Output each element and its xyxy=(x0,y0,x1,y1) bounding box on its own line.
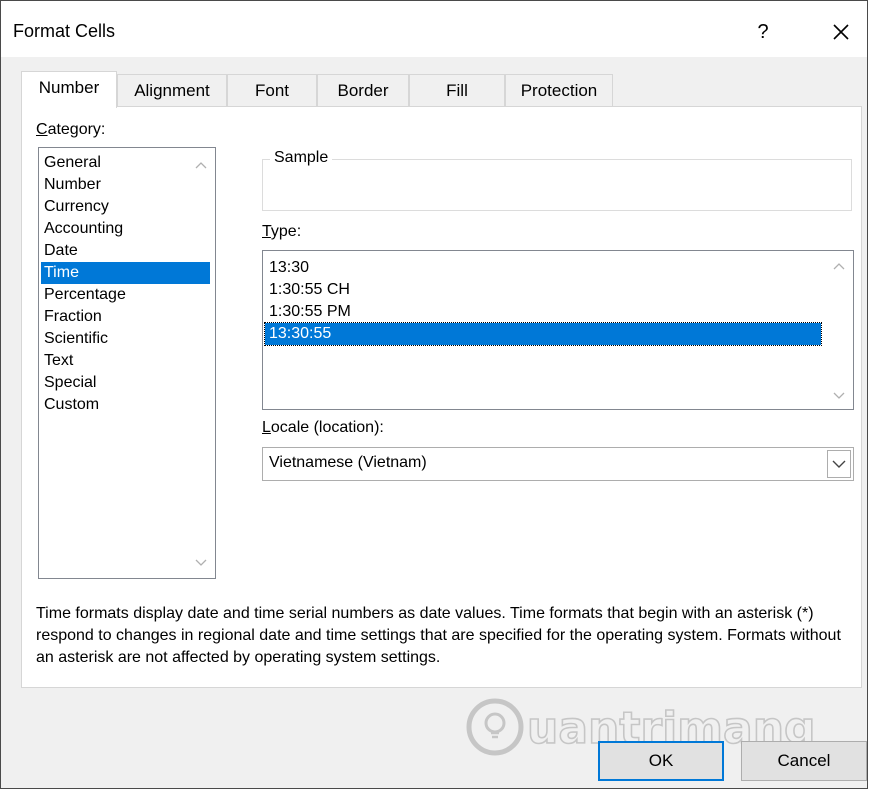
category-item-percentage[interactable]: Percentage xyxy=(41,284,126,306)
category-label: Category: xyxy=(36,121,106,138)
category-item-general[interactable]: General xyxy=(41,152,101,174)
tab-protection[interactable]: Protection xyxy=(505,74,613,106)
dialog-title: Format Cells xyxy=(13,21,116,41)
category-item-fraction[interactable]: Fraction xyxy=(41,306,102,328)
close-button[interactable] xyxy=(821,15,861,49)
help-button[interactable]: ? xyxy=(746,15,780,49)
type-label: Type: xyxy=(262,223,302,240)
category-item-text[interactable]: Text xyxy=(41,350,73,372)
tab-number[interactable]: Number xyxy=(21,71,117,108)
category-item-number[interactable]: Number xyxy=(41,174,101,196)
type-item-1[interactable]: 13:30 xyxy=(265,257,821,279)
category-item-currency[interactable]: Currency xyxy=(41,196,109,218)
category-list[interactable]: General Number Currency Accounting Date … xyxy=(38,147,216,579)
tab-font[interactable]: Font xyxy=(227,74,317,106)
category-item-custom[interactable]: Custom xyxy=(41,394,99,416)
locale-dropdown-button[interactable] xyxy=(827,450,851,478)
format-description: Time formats display date and time seria… xyxy=(36,605,841,666)
close-icon xyxy=(833,24,849,40)
title-bar: Format Cells ? xyxy=(1,1,867,57)
category-item-accounting[interactable]: Accounting xyxy=(41,218,123,240)
locale-label: Locale (location): xyxy=(262,419,384,436)
sample-group xyxy=(262,159,852,211)
type-item-3[interactable]: 1:30:55 PM xyxy=(265,301,821,323)
type-item-4[interactable]: 13:30:55 xyxy=(264,322,822,346)
ok-button[interactable]: OK xyxy=(598,741,724,781)
tab-fill[interactable]: Fill xyxy=(409,74,505,106)
locale-value: Vietnamese (Vietnam) xyxy=(269,454,427,471)
category-item-special[interactable]: Special xyxy=(41,372,96,394)
locale-dropdown[interactable]: Vietnamese (Vietnam) xyxy=(262,447,854,481)
cancel-button[interactable]: Cancel xyxy=(741,741,867,781)
type-list[interactable]: 13:30 1:30:55 CH 1:30:55 PM 13:30:55 xyxy=(262,250,854,410)
format-cells-dialog: Format Cells ? Number Alignment Font Bor… xyxy=(0,0,868,789)
sample-label: Sample xyxy=(270,149,333,167)
type-item-2[interactable]: 1:30:55 CH xyxy=(265,279,821,301)
category-item-date[interactable]: Date xyxy=(41,240,78,262)
category-item-time[interactable]: Time xyxy=(41,262,210,284)
scroll-up-icon[interactable] xyxy=(831,259,847,275)
chevron-down-icon xyxy=(832,460,846,468)
category-item-scientific[interactable]: Scientific xyxy=(41,328,108,350)
scroll-down-icon[interactable] xyxy=(193,554,209,570)
number-tab-panel: Category: General Number Currency Accoun… xyxy=(21,106,862,688)
scroll-up-icon[interactable] xyxy=(193,158,209,174)
scroll-down-icon[interactable] xyxy=(831,387,847,403)
tab-border[interactable]: Border xyxy=(317,74,409,106)
tab-alignment[interactable]: Alignment xyxy=(117,74,227,106)
